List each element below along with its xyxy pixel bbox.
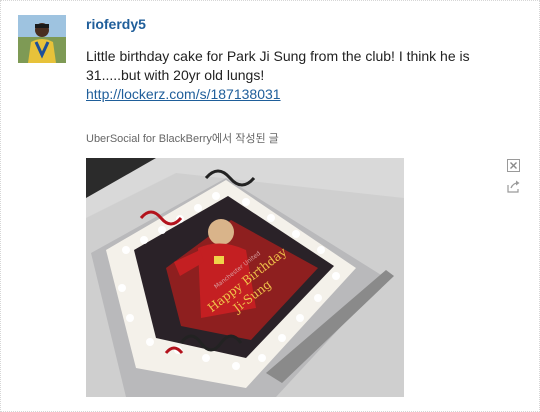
tweet-link[interactable]: http://lockerz.com/s/187138031 bbox=[86, 86, 281, 102]
avatar[interactable] bbox=[18, 15, 66, 63]
close-x-icon[interactable] bbox=[506, 158, 521, 173]
tweet-text: Little birthday cake for Park Ji Sung fr… bbox=[86, 48, 470, 83]
share-arrow-icon[interactable] bbox=[506, 179, 521, 194]
tweet-card: rioferdy5 Little birthday cake for Park … bbox=[0, 0, 540, 412]
username-link[interactable]: rioferdy5 bbox=[86, 16, 146, 32]
source-label: UberSocial for BlackBerry에서 작성된 글 bbox=[86, 133, 279, 145]
tweet-photo[interactable]: Happy Birthday Ji-Sung Manchester United bbox=[86, 158, 404, 397]
